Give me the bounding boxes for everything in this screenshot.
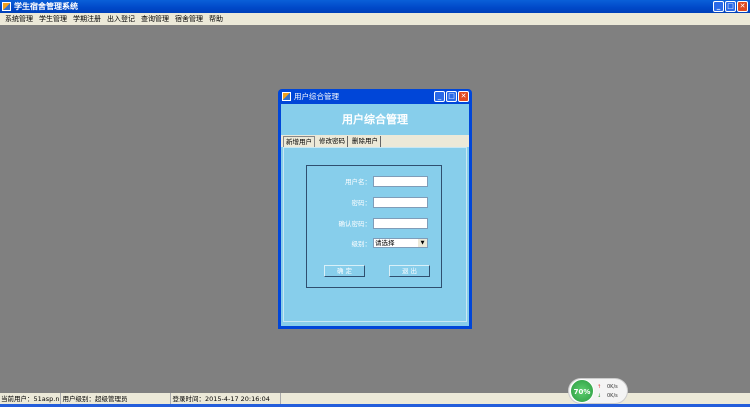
dialog-close-button[interactable]: ✕ bbox=[458, 91, 469, 102]
tab-strip: 新增用户 修改密码 删除用户 bbox=[281, 135, 469, 147]
confirm-password-input[interactable] bbox=[373, 218, 428, 229]
username-label: 用户名： bbox=[345, 178, 371, 186]
menu-query[interactable]: 查询管理 bbox=[138, 13, 172, 25]
dialog-minimize-button[interactable]: _ bbox=[434, 91, 445, 102]
user-management-dialog: 用户综合管理 _ □ ✕ 用户综合管理 新增用户 修改密码 删除用户 用户名： … bbox=[278, 89, 472, 329]
tab-delete-user[interactable]: 删除用户 bbox=[350, 136, 381, 147]
exit-button[interactable]: 退 出 bbox=[389, 265, 430, 277]
menu-dorm[interactable]: 宿舍管理 bbox=[172, 13, 206, 25]
tab-page: 用户名： 密码： 确认密码： 级别： 请选择 ▼ 确 定 退 出 bbox=[283, 147, 467, 322]
level-select[interactable]: 请选择 ▼ bbox=[373, 238, 428, 248]
password-label: 密码： bbox=[351, 199, 372, 207]
app-icon bbox=[2, 2, 11, 11]
dialog-heading: 用户综合管理 bbox=[342, 113, 408, 126]
confirm-label: 确认密码： bbox=[338, 220, 372, 228]
form-group: 用户名： 密码： 确认密码： 级别： 请选择 ▼ 确 定 退 出 bbox=[306, 165, 442, 288]
dialog-icon bbox=[282, 92, 291, 101]
level-value: 请选择 bbox=[375, 239, 395, 247]
ok-button[interactable]: 确 定 bbox=[324, 265, 365, 277]
level-label: 级别： bbox=[351, 240, 372, 248]
chevron-down-icon[interactable]: ▼ bbox=[418, 239, 427, 247]
upload-speed: 0K/s bbox=[607, 384, 618, 390]
close-button[interactable]: ✕ bbox=[737, 1, 748, 12]
download-arrow-icon: ↓ bbox=[597, 393, 602, 399]
usage-gauge: 70% bbox=[570, 379, 594, 403]
menu-student[interactable]: 学生管理 bbox=[36, 13, 70, 25]
username-input[interactable] bbox=[373, 176, 428, 187]
tab-change-password[interactable]: 修改密码 bbox=[317, 136, 348, 147]
menu-bar: 系统管理 学生管理 学期注册 出入登记 查询管理 宿舍管理 帮助 bbox=[0, 13, 750, 25]
download-speed: 0K/s bbox=[607, 393, 618, 399]
dialog-maximize-button[interactable]: □ bbox=[446, 91, 457, 102]
dialog-title: 用户综合管理 bbox=[294, 92, 339, 101]
network-monitor[interactable]: 70% ↑ 0K/s ↓ 0K/s bbox=[568, 378, 628, 404]
menu-system[interactable]: 系统管理 bbox=[2, 13, 36, 25]
menu-inout[interactable]: 出入登记 bbox=[104, 13, 138, 25]
password-input[interactable] bbox=[373, 197, 428, 208]
app-title-bar: 学生宿舍管理系统 _ □ ✕ bbox=[0, 0, 750, 13]
tab-add-user[interactable]: 新增用户 bbox=[283, 136, 315, 147]
minimize-button[interactable]: _ bbox=[713, 1, 724, 12]
dialog-title-bar: 用户综合管理 _ □ ✕ bbox=[281, 89, 469, 104]
menu-help[interactable]: 帮助 bbox=[206, 13, 226, 25]
upload-arrow-icon: ↑ bbox=[597, 384, 602, 390]
menu-term[interactable]: 学期注册 bbox=[70, 13, 104, 25]
app-title: 学生宿舍管理系统 bbox=[14, 2, 78, 11]
maximize-button[interactable]: □ bbox=[725, 1, 736, 12]
